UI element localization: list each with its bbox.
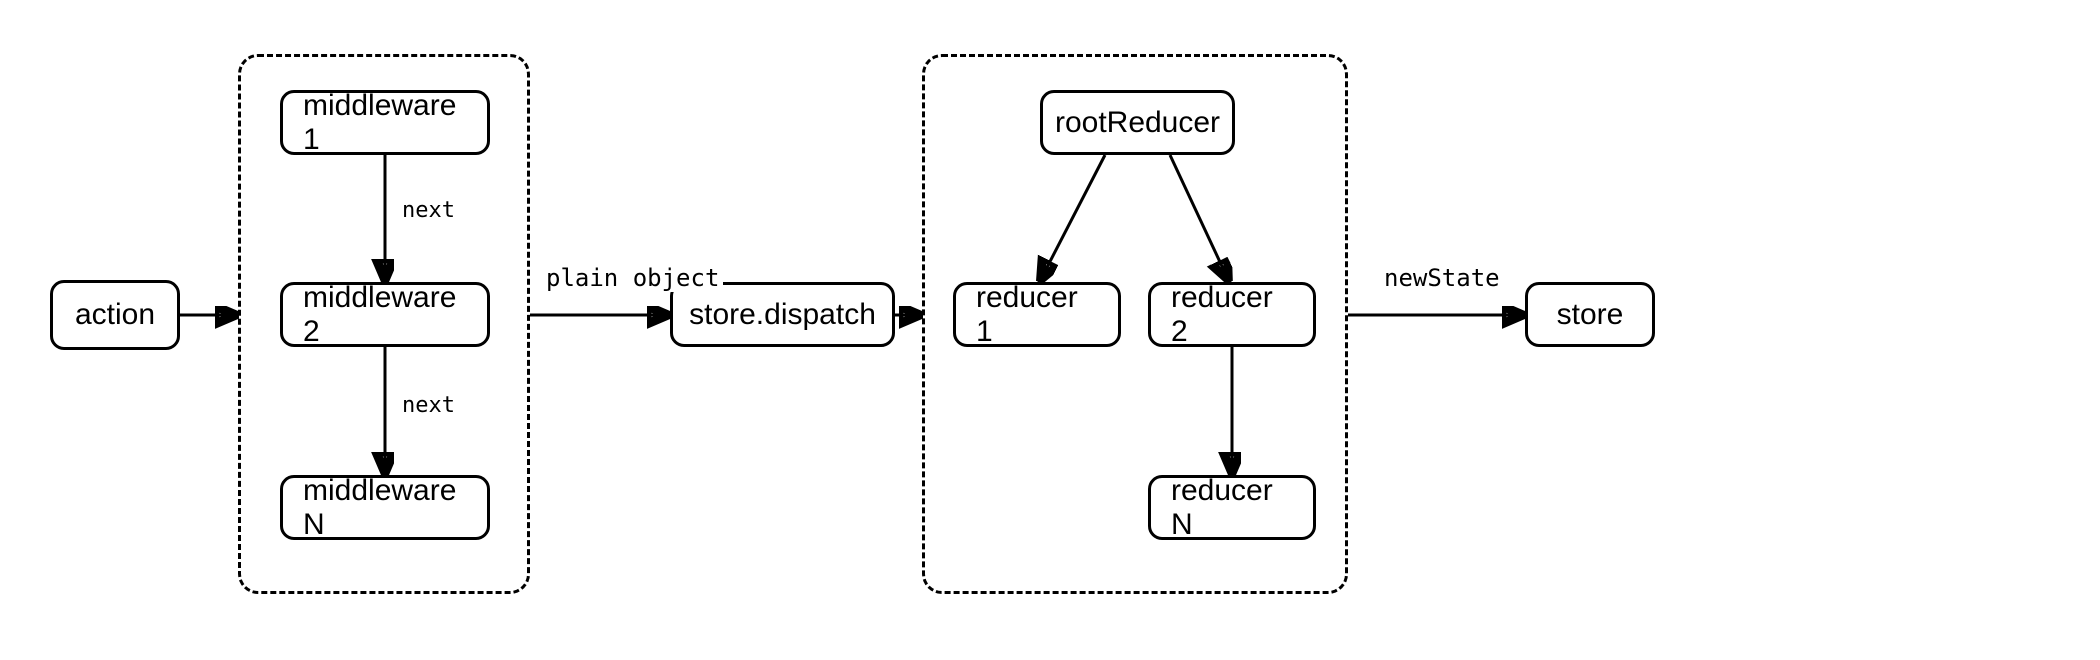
node-label: reducer 1 <box>976 281 1098 349</box>
node-label: store.dispatch <box>689 298 876 332</box>
node-label: middleware 2 <box>303 281 467 349</box>
node-label: store <box>1557 298 1624 332</box>
node-label: middleware 1 <box>303 89 467 157</box>
node-root-reducer: rootReducer <box>1040 90 1235 155</box>
node-action: action <box>50 280 180 350</box>
node-label: middleware N <box>303 474 467 542</box>
node-label: reducer N <box>1171 474 1293 542</box>
node-reducer-1: reducer 1 <box>953 282 1121 347</box>
node-label: rootReducer <box>1055 106 1220 140</box>
edge-label-next-1: next <box>398 198 459 223</box>
edge-label-next-2: next <box>398 393 459 418</box>
node-store: store <box>1525 282 1655 347</box>
node-label: action <box>75 298 155 332</box>
edge-label-new-state: newState <box>1380 264 1504 292</box>
node-middleware-1: middleware 1 <box>280 90 490 155</box>
node-label: reducer 2 <box>1171 281 1293 349</box>
node-reducer-n: reducer N <box>1148 475 1316 540</box>
node-middleware-2: middleware 2 <box>280 282 490 347</box>
edge-label-plain-object: plain object <box>542 264 723 292</box>
node-middleware-n: middleware N <box>280 475 490 540</box>
node-reducer-2: reducer 2 <box>1148 282 1316 347</box>
